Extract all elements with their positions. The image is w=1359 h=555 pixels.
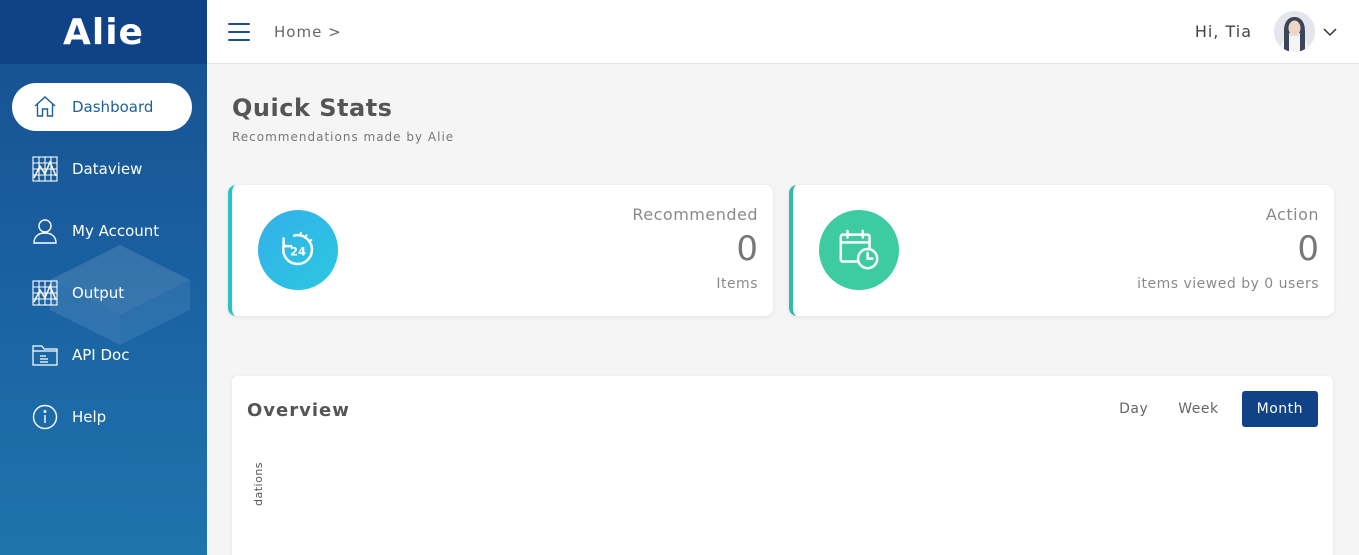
user-icon	[32, 218, 58, 244]
sidebar-item-label: Help	[72, 408, 107, 426]
page-title: Quick Stats	[232, 94, 393, 122]
grid-chart-icon	[32, 280, 58, 306]
sidebar-item-api-doc[interactable]: API Doc	[12, 331, 192, 379]
period-day-button[interactable]: Day	[1104, 391, 1163, 427]
period-week-button[interactable]: Week	[1163, 391, 1233, 427]
sidebar-item-help[interactable]: Help	[12, 393, 192, 441]
period-selector: Day Week Month	[1104, 391, 1318, 427]
calendar-clock-icon	[819, 210, 899, 290]
top-header: Home > Hi, Tia	[207, 0, 1359, 64]
svg-text:24: 24	[290, 244, 306, 258]
sidebar-item-label: My Account	[72, 222, 160, 240]
overview-panel: Overview Day Week Month dations	[232, 376, 1333, 555]
sidebar: Alie Dashboard Dataview My Account Outpu…	[0, 0, 207, 555]
sidebar-item-label: API Doc	[72, 346, 130, 364]
overview-title: Overview	[247, 400, 350, 421]
menu-toggle-icon[interactable]	[228, 22, 250, 41]
sidebar-item-dashboard[interactable]: Dashboard	[12, 83, 192, 131]
logo-bar: Alie	[0, 0, 207, 64]
stat-label: Recommended	[632, 205, 758, 224]
user-greeting: Hi, Tia	[1194, 22, 1252, 41]
stat-card-action: Action 0 items viewed by 0 users	[789, 185, 1334, 316]
sidebar-nav: Dashboard Dataview My Account Output API…	[0, 64, 207, 441]
stat-unit: Items	[716, 276, 758, 292]
avatar[interactable]	[1274, 11, 1315, 52]
grid-chart-icon	[32, 156, 58, 182]
chevron-down-icon[interactable]	[1323, 27, 1337, 37]
stat-value: 0	[1297, 229, 1319, 269]
page-subtitle: Recommendations made by Alie	[232, 130, 455, 144]
period-month-button[interactable]: Month	[1241, 391, 1318, 427]
breadcrumb[interactable]: Home >	[274, 23, 342, 41]
sidebar-item-my-account[interactable]: My Account	[12, 207, 192, 255]
home-icon	[32, 94, 58, 120]
sidebar-item-output[interactable]: Output	[12, 269, 192, 317]
main-content: Quick Stats Recommendations made by Alie…	[207, 64, 1359, 555]
user-menu[interactable]: Hi, Tia	[1195, 11, 1337, 52]
folder-icon	[32, 342, 58, 368]
stat-unit: items viewed by 0 users	[1137, 276, 1319, 292]
sidebar-item-label: Dataview	[72, 160, 143, 178]
chart-y-axis-label: dations	[252, 461, 265, 506]
24-hours-icon: 24	[258, 210, 338, 290]
sidebar-item-dataview[interactable]: Dataview	[12, 145, 192, 193]
sidebar-item-label: Output	[72, 284, 125, 302]
stat-label: Action	[1265, 205, 1319, 224]
info-icon	[32, 404, 58, 430]
stat-value: 0	[736, 229, 758, 269]
app-logo[interactable]: Alie	[63, 12, 144, 53]
sidebar-item-label: Dashboard	[72, 98, 154, 116]
stat-card-recommended: 24 Recommended 0 Items	[228, 185, 773, 316]
